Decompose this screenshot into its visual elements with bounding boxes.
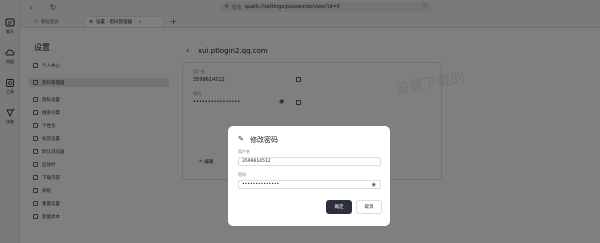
dialog-password-label: 密码 — [238, 172, 246, 177]
confirm-button[interactable]: 确定 — [326, 200, 352, 214]
cancel-button[interactable]: 取消 — [356, 200, 382, 214]
dialog-password-value: •••••••••••••• — [242, 182, 280, 187]
eye-icon[interactable]: ◉ — [372, 182, 376, 188]
dialog-password-field[interactable]: •••••••••••••• ◉ — [238, 180, 381, 189]
dialog-username-label: 用户名 — [238, 149, 250, 154]
dialog-username-field[interactable]: 3599614512 — [238, 157, 381, 166]
edit-password-dialog: ✎ 修改密码 用户名 3599614512 密码 •••••••••••••• … — [228, 126, 390, 226]
dialog-username-value: 3599614512 — [242, 159, 271, 164]
pencil-icon: ✎ — [238, 135, 244, 143]
dialog-title: 修改密码 — [250, 136, 278, 144]
